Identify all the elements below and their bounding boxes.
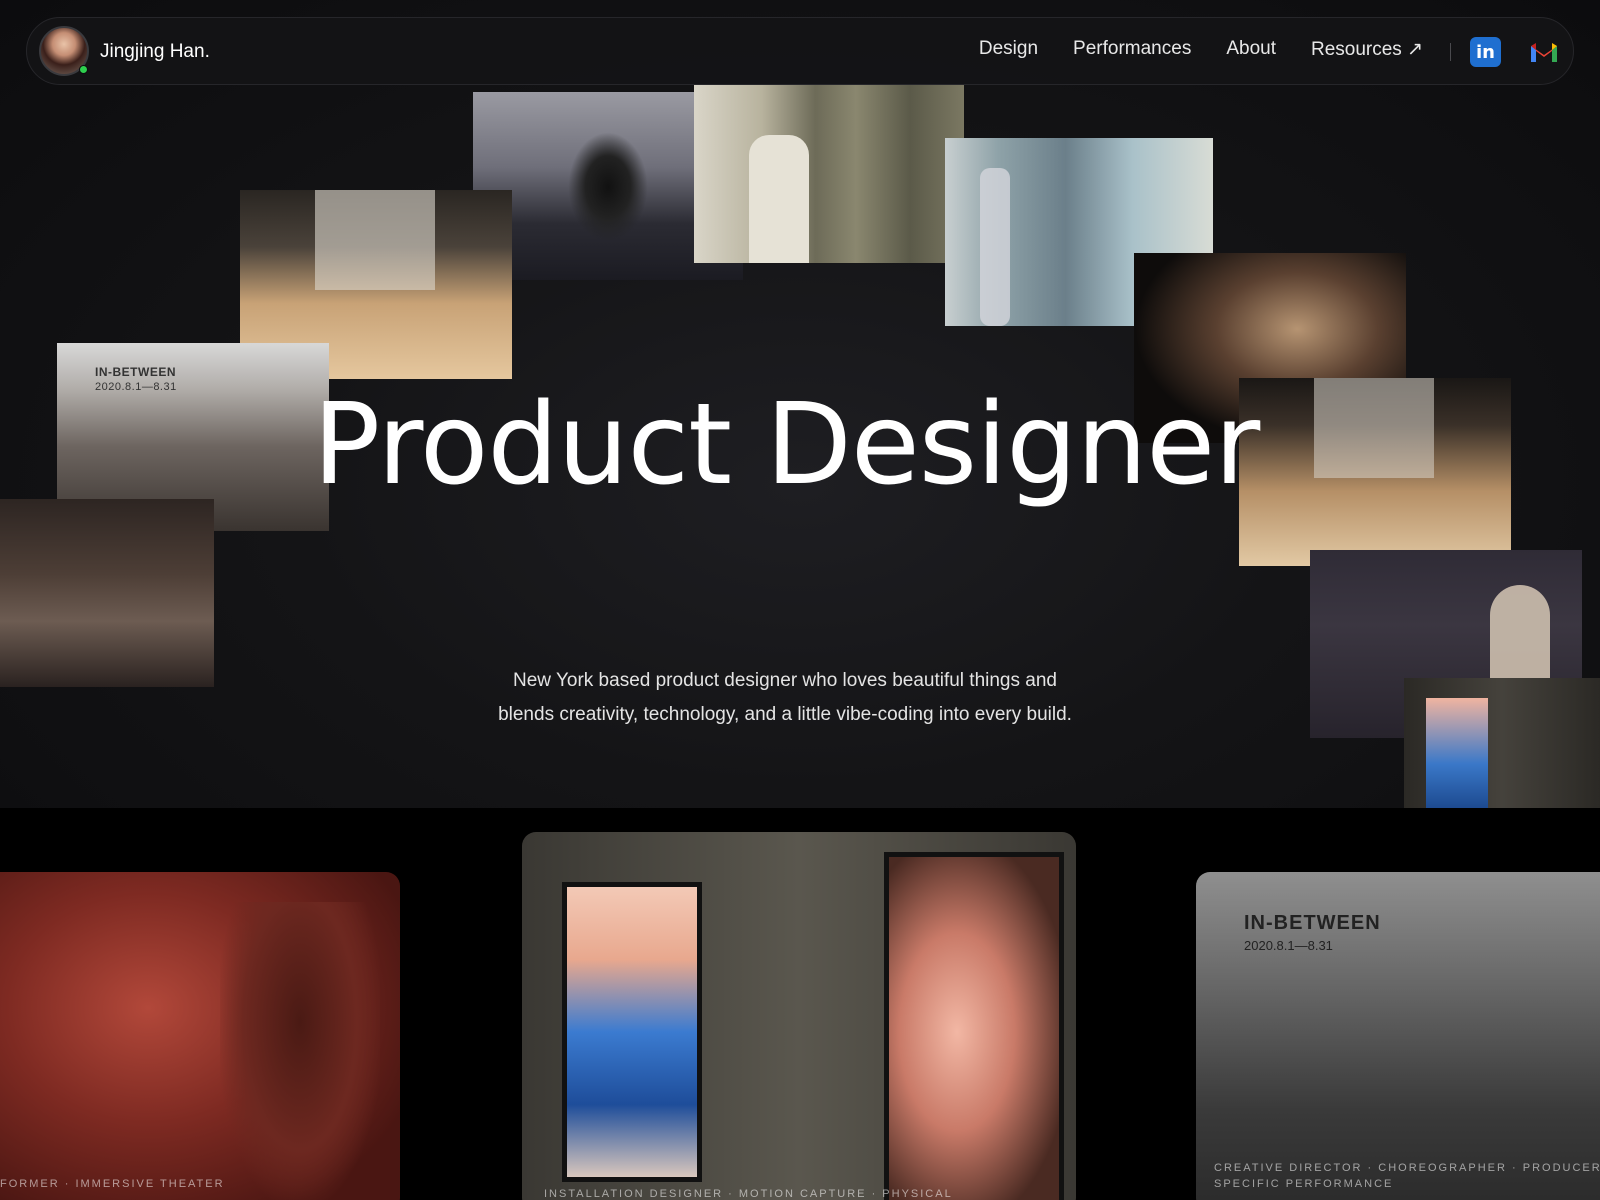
card-caption: INSTALLATION DESIGNER · MOTION CAPTURE ·… <box>544 1188 953 1200</box>
subtitle-line-2: blends creativity, technology, and a lit… <box>498 704 1072 725</box>
collage-photo-interior-dancer <box>0 499 214 687</box>
collage-photo-gallery-performers <box>694 85 964 263</box>
card-caption: FORMER · IMMERSIVE THEATER <box>0 1178 225 1190</box>
nav-performances[interactable]: Performances <box>1073 38 1191 61</box>
collage-photo-lips-screen <box>1404 678 1600 808</box>
nav-about[interactable]: About <box>1226 38 1276 61</box>
brand-name[interactable]: Jingjing Han. <box>100 41 210 63</box>
nav-resources[interactable]: Resources ↗ <box>1311 38 1423 61</box>
project-card-installation[interactable]: INSTALLATION DESIGNER · MOTION CAPTURE ·… <box>522 832 1076 1200</box>
hero-subtitle: New York based product designer who love… <box>440 664 1130 732</box>
card-caption-line-2: SPECIFIC PERFORMANCE <box>1214 1178 1394 1190</box>
card-sign-label: IN-BETWEEN <box>1244 912 1381 934</box>
nav-links: Design Performances About Resources ↗ <box>979 38 1423 61</box>
project-card-in-between[interactable]: IN-BETWEEN 2020.8.1—8.31 CREATIVE DIRECT… <box>1196 872 1600 1200</box>
page-title: Product Designer <box>312 380 1261 510</box>
navbar: Jingjing Han. Design Performances About … <box>26 17 1574 85</box>
face-screen <box>884 852 1064 1200</box>
nav-design[interactable]: Design <box>979 38 1038 61</box>
gmail-icon[interactable] <box>1529 38 1559 66</box>
card-sign-date: 2020.8.1—8.31 <box>1244 938 1333 953</box>
subtitle-line-1: New York based product designer who love… <box>513 670 1057 691</box>
project-card-immersive-theater[interactable]: FORMER · IMMERSIVE THEATER <box>0 872 400 1200</box>
linkedin-icon[interactable]: in <box>1470 37 1501 67</box>
online-status-dot <box>79 65 88 74</box>
lips-screen <box>562 882 702 1182</box>
nav-divider <box>1450 43 1451 61</box>
card-caption-line-1: CREATIVE DIRECTOR · CHOREOGRAPHER · PROD… <box>1214 1162 1600 1174</box>
photo-sign-label: IN-BETWEEN <box>95 365 176 379</box>
hero-section: IN-BETWEEN 2020.8.1—8.31 Product Designe… <box>0 0 1600 808</box>
